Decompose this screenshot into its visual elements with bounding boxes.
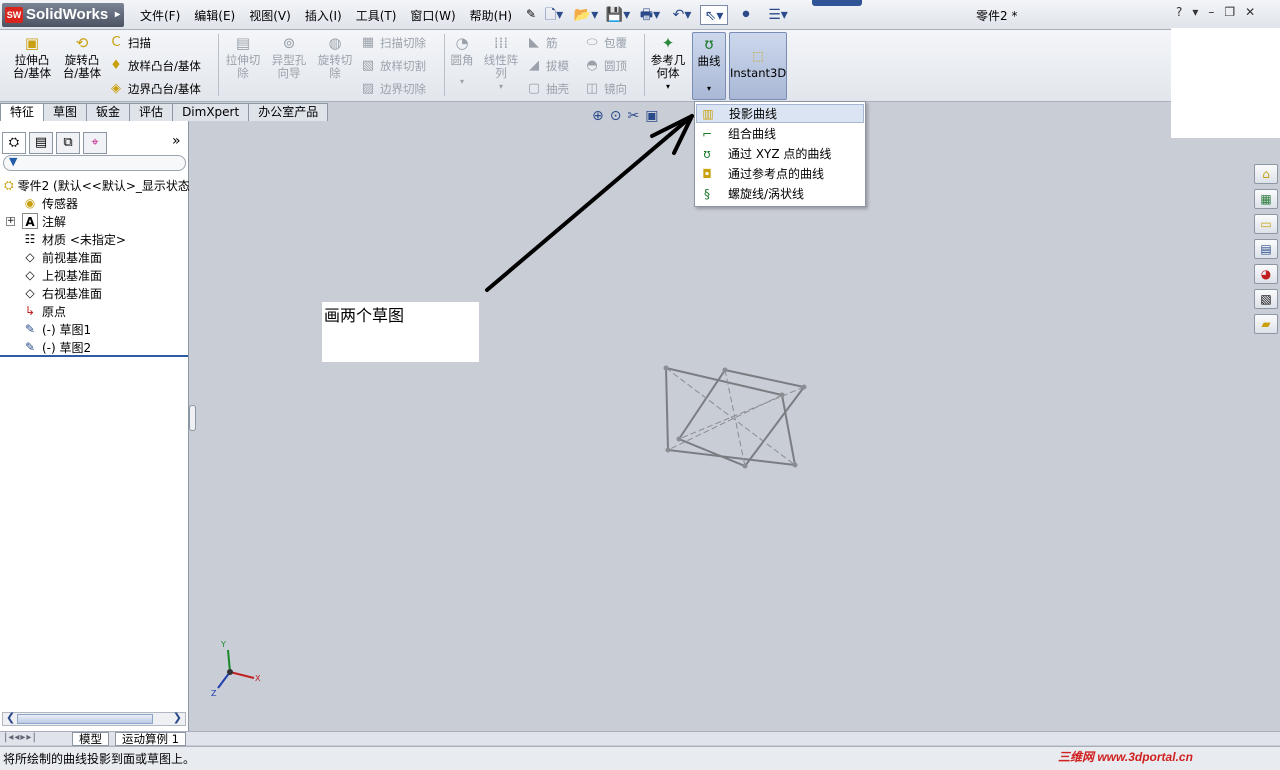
curves-dropdown-menu: ▥ 投影曲线 ⌐ 组合曲线 ʊ 通过 XYZ 点的曲线 ◘ 通过参考点的曲线 §… xyxy=(694,101,866,207)
appearances-icon[interactable]: ◕ xyxy=(1254,264,1278,284)
curve-xyz-icon: ʊ xyxy=(703,146,711,161)
document-recovery-icon[interactable]: ▰ xyxy=(1254,314,1278,334)
composite-curve-icon: ⌐ xyxy=(701,126,713,141)
annotation-text: 画两个草图 xyxy=(324,306,405,325)
tab-nav-arrows-icon[interactable]: |◂◂▸▸| xyxy=(4,732,37,743)
projected-curve-icon: ▥ xyxy=(702,106,714,121)
menu-item-label: 组合曲线 xyxy=(728,127,777,141)
menu-item-helix-spiral[interactable]: § 螺旋线/涡状线 xyxy=(696,184,864,203)
tab-model[interactable]: 模型 xyxy=(72,732,109,746)
view-palette-icon[interactable]: ▤ xyxy=(1254,239,1278,259)
graphics-overlay xyxy=(217,114,807,689)
menu-item-label: 通过 XYZ 点的曲线 xyxy=(728,147,832,161)
menu-item-label: 投影曲线 xyxy=(729,107,778,121)
task-pane: ⌂ ▦ ▭ ▤ ◕ ▧ ▰ xyxy=(1254,164,1278,334)
menu-item-label: 通过参考点的曲线 xyxy=(728,167,825,181)
file-explorer-icon[interactable]: ▭ xyxy=(1254,214,1278,234)
arrow-annotation xyxy=(485,114,694,292)
status-text: 将所绘制的曲线投影到面或草图上。 xyxy=(3,752,196,766)
watermark: 三维网 www.3dportal.cn xyxy=(1058,750,1193,764)
triad-x-label: X xyxy=(255,674,261,683)
home-icon[interactable]: ⌂ xyxy=(1254,164,1278,184)
custom-properties-icon[interactable]: ▧ xyxy=(1254,289,1278,309)
bottom-tabs-bar: |◂◂▸▸| 模型 运动算例 1 xyxy=(0,731,1280,746)
triad-y-label: Y xyxy=(221,640,226,649)
menu-item-curve-through-xyz[interactable]: ʊ 通过 XYZ 点的曲线 xyxy=(696,144,864,163)
curve-ref-points-icon: ◘ xyxy=(702,166,712,181)
menu-item-curve-through-ref-points[interactable]: ◘ 通过参考点的曲线 xyxy=(696,164,864,183)
annotation-note: 画两个草图 xyxy=(322,302,479,362)
coordinate-triad xyxy=(217,649,255,689)
menu-item-label: 螺旋线/涡状线 xyxy=(728,187,805,201)
design-library-icon[interactable]: ▦ xyxy=(1254,189,1278,209)
triad-z-label: Z xyxy=(211,689,217,698)
tab-motion-study[interactable]: 运动算例 1 xyxy=(115,732,186,746)
menu-item-projected-curve[interactable]: ▥ 投影曲线 xyxy=(696,104,864,123)
menu-item-composite-curve[interactable]: ⌐ 组合曲线 xyxy=(696,124,864,143)
helix-icon: § xyxy=(704,186,710,201)
